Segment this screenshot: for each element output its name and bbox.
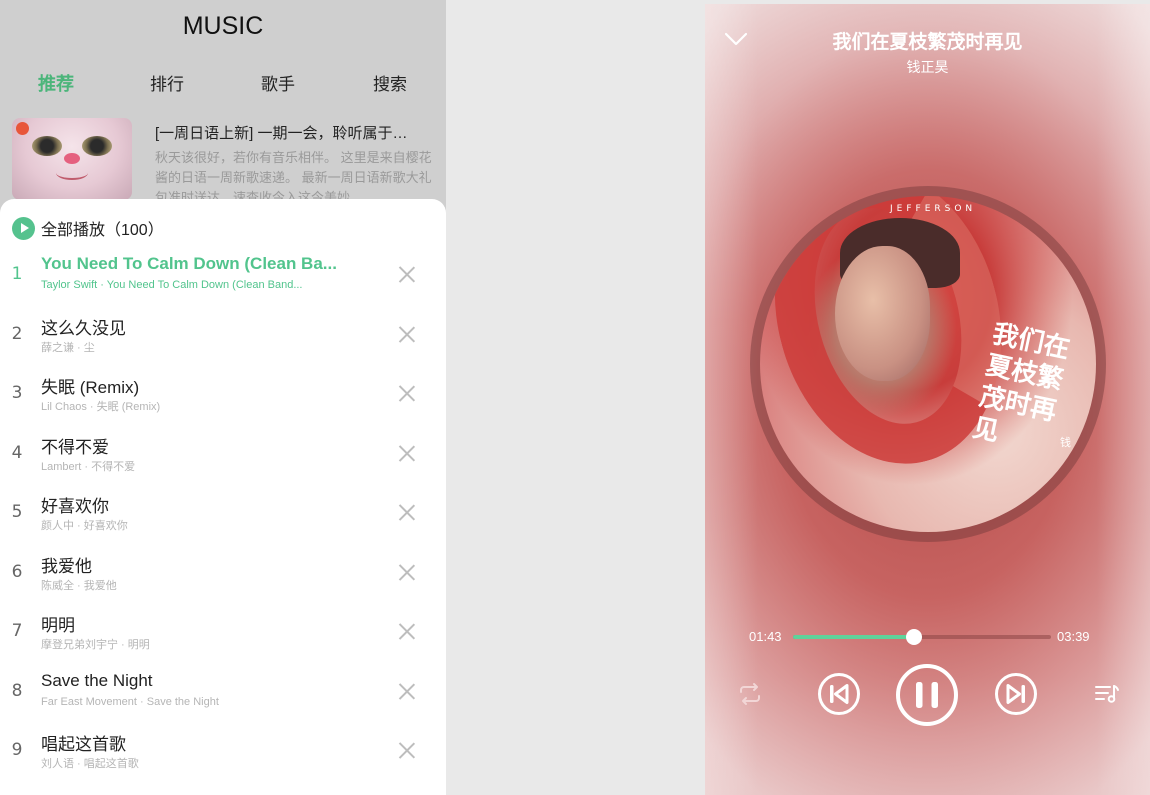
current-time: 01:43 bbox=[749, 629, 782, 644]
tab-recommend[interactable]: 推荐 bbox=[21, 70, 91, 96]
music-app-panel: MUSIC 推荐 排行 歌手 搜索 [一周日语上新] 一期一会，聆听属于… 秋天… bbox=[0, 0, 446, 795]
queue-song-row[interactable]: 2 这么久没见 薛之谦 · 尘 bbox=[0, 310, 446, 366]
queue-song-row[interactable]: 9 唱起这首歌 刘人语 · 唱起这首歌 bbox=[0, 726, 446, 782]
playlist-icon[interactable] bbox=[1094, 682, 1120, 706]
song-subtitle: 摩登兄弟刘宇宁 · 明明 bbox=[41, 639, 150, 651]
remove-song-icon[interactable] bbox=[397, 324, 417, 344]
album-art: JEFFERSON 我们在夏枝繁茂时再见 钱 bbox=[760, 196, 1096, 532]
remove-song-icon[interactable] bbox=[397, 681, 417, 701]
tab-search[interactable]: 搜索 bbox=[355, 70, 425, 95]
song-title: 明明 bbox=[41, 616, 75, 635]
song-index: 6 bbox=[11, 562, 23, 582]
queue-song-row[interactable]: 4 不得不爱 Lambert · 不得不爱 bbox=[0, 429, 446, 485]
song-title: 不得不爱 bbox=[41, 438, 109, 457]
song-subtitle: Lambert · 不得不爱 bbox=[41, 461, 136, 473]
remove-song-icon[interactable] bbox=[397, 383, 417, 403]
remove-song-icon[interactable] bbox=[397, 443, 417, 463]
progress-track[interactable] bbox=[793, 629, 1051, 645]
tab-bar: 推荐 排行 歌手 搜索 bbox=[0, 70, 446, 98]
tab-ranking[interactable]: 排行 bbox=[132, 70, 202, 95]
app-title: MUSIC bbox=[182, 12, 264, 40]
queue-song-row[interactable]: 3 失眠 (Remix) Lil Chaos · 失眠 (Remix) bbox=[0, 369, 446, 425]
song-index: 9 bbox=[11, 740, 23, 760]
song-index: 8 bbox=[11, 681, 23, 701]
song-title: You Need To Calm Down (Clean Ba... bbox=[41, 254, 337, 273]
song-subtitle: 陈威全 · 我爱他 bbox=[41, 580, 117, 592]
repeat-icon[interactable] bbox=[737, 682, 763, 706]
netease-logo-icon bbox=[16, 122, 29, 135]
play-all-label: 全部播放（100） bbox=[41, 222, 164, 239]
queue-song-row[interactable]: 6 我爱他 陈威全 · 我爱他 bbox=[0, 548, 446, 604]
song-index: 5 bbox=[11, 502, 23, 522]
play-circle-icon bbox=[12, 216, 35, 240]
progress-thumb[interactable] bbox=[906, 629, 923, 645]
song-index: 2 bbox=[11, 324, 23, 344]
now-playing-title: 我们在夏枝繁茂时再见 bbox=[832, 32, 1023, 53]
next-icon[interactable] bbox=[994, 672, 1038, 716]
play-all-button[interactable]: 全部播放（100） bbox=[12, 216, 164, 240]
playlist-cover bbox=[12, 118, 132, 200]
now-playing-artist: 钱正昊 bbox=[906, 59, 949, 75]
queue-song-row[interactable]: 7 明明 摩登兄弟刘宇宁 · 明明 bbox=[0, 607, 446, 663]
album-art-side-text: 钱 bbox=[1060, 436, 1071, 449]
total-duration: 03:39 bbox=[1057, 629, 1090, 644]
queue-song-row[interactable]: 1 You Need To Calm Down (Clean Ba... Tay… bbox=[0, 250, 446, 306]
song-title: 好喜欢你 bbox=[41, 497, 109, 516]
queue-song-row[interactable]: 8 Save the Night Far East Movement · Sav… bbox=[0, 667, 446, 723]
play-queue-sheet: 全部播放（100） 1 You Need To Calm Down (Clean… bbox=[0, 199, 446, 795]
song-subtitle: Taylor Swift · You Need To Calm Down (Cl… bbox=[41, 279, 303, 291]
progress-fill bbox=[793, 635, 915, 639]
pause-icon[interactable] bbox=[895, 663, 959, 727]
progress-bar: 01:43 03:39 bbox=[705, 626, 1150, 648]
queue-song-row[interactable]: 5 好喜欢你 颜人中 · 好喜欢你 bbox=[0, 488, 446, 544]
song-title: 我爱他 bbox=[41, 557, 92, 576]
remove-song-icon[interactable] bbox=[397, 502, 417, 522]
song-title: 这么久没见 bbox=[41, 319, 126, 338]
now-playing-screen: 我们在夏枝繁茂时再见 钱正昊 JEFFERSON 我们在夏枝繁茂时再见 钱 01… bbox=[705, 4, 1150, 795]
remove-song-icon[interactable] bbox=[397, 740, 417, 760]
song-index: 1 bbox=[11, 264, 23, 284]
song-title: 唱起这首歌 bbox=[41, 735, 126, 754]
song-index: 7 bbox=[11, 621, 23, 641]
playlist-title: [一周日语上新] 一期一会，聆听属于… bbox=[155, 125, 408, 142]
song-title: 失眠 (Remix) bbox=[41, 378, 140, 397]
album-art-brand: JEFFERSON bbox=[890, 204, 977, 214]
song-index: 3 bbox=[11, 383, 23, 403]
song-subtitle: 刘人语 · 唱起这首歌 bbox=[41, 758, 139, 770]
song-title: Save the Night bbox=[41, 671, 153, 690]
remove-song-icon[interactable] bbox=[397, 562, 417, 582]
song-subtitle: Far East Movement · Save the Night bbox=[41, 696, 219, 708]
song-subtitle: Lil Chaos · 失眠 (Remix) bbox=[41, 401, 161, 413]
previous-icon[interactable] bbox=[817, 672, 861, 716]
album-disc: JEFFERSON 我们在夏枝繁茂时再见 钱 bbox=[750, 186, 1106, 542]
song-index: 4 bbox=[11, 443, 23, 463]
remove-song-icon[interactable] bbox=[397, 621, 417, 641]
playlist-card[interactable]: [一周日语上新] 一期一会，聆听属于… 秋天该很好，若你有音乐相伴。 这里是来自… bbox=[12, 118, 446, 208]
song-subtitle: 颜人中 · 好喜欢你 bbox=[41, 520, 128, 532]
tab-singers[interactable]: 歌手 bbox=[243, 70, 313, 95]
remove-song-icon[interactable] bbox=[397, 264, 417, 284]
song-subtitle: 薛之谦 · 尘 bbox=[41, 342, 95, 354]
